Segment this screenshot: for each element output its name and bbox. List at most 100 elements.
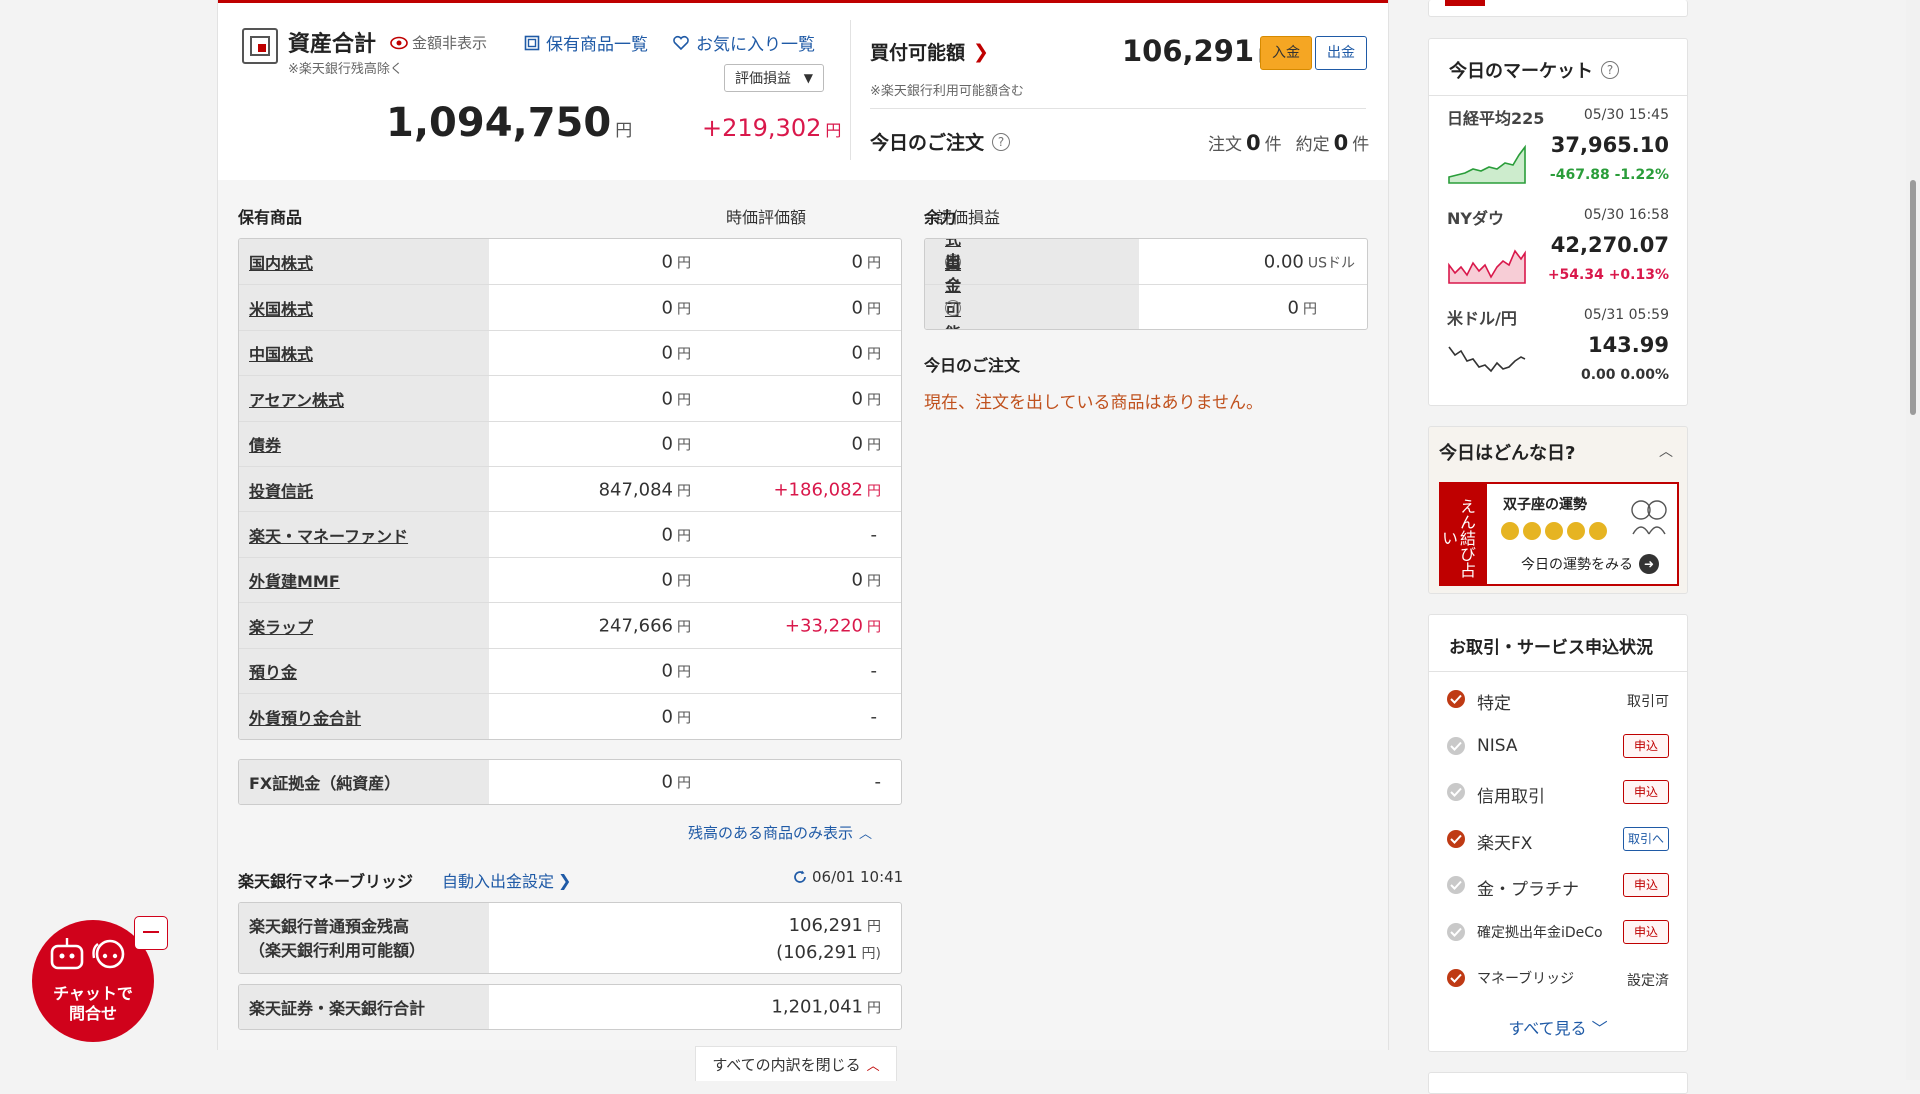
coin-icon bbox=[1501, 522, 1519, 540]
row-label-cell: 投資信託 bbox=[239, 467, 489, 512]
holding-value-unit: 円 bbox=[677, 346, 691, 363]
bridge-total-label: 楽天証券・楽天銀行合計 bbox=[249, 999, 426, 1018]
scrollbar-thumb[interactable] bbox=[1910, 180, 1916, 415]
help-icon[interactable]: ? bbox=[945, 299, 961, 316]
apply-button[interactable]: 申込 bbox=[1623, 733, 1669, 758]
holdings-list-label: 保有商品一覧 bbox=[546, 35, 648, 55]
today-orders-subtitle: 今日のご注文 bbox=[924, 356, 1021, 375]
chat-label-2: 問合せ bbox=[68, 1004, 117, 1023]
chevron-up-icon[interactable]: ︿ bbox=[1659, 441, 1673, 461]
holding-value-number: 247,666 bbox=[598, 615, 673, 637]
buying-power-link[interactable]: 買付可能額 ❯ bbox=[870, 38, 989, 65]
orders-unit: 件 bbox=[1264, 135, 1282, 155]
withdraw-button[interactable]: 出金 bbox=[1315, 36, 1367, 70]
fills-label: 約定 bbox=[1295, 135, 1330, 155]
favorites-link[interactable]: お気に入り一覧 bbox=[672, 30, 815, 55]
apply-button[interactable]: 申込 bbox=[1623, 780, 1669, 804]
check-icon bbox=[1447, 690, 1465, 708]
deposit-button[interactable]: 入金 bbox=[1260, 36, 1312, 70]
holding-gain-unit: 円 bbox=[867, 346, 881, 363]
bridge-balance-number: 106,291 bbox=[788, 915, 863, 936]
table-row: 米国株式買付可能額 ? 0.00USドル bbox=[925, 239, 1367, 329]
show-balance-toggle[interactable]: 残高のある商品のみ表示 ︿ bbox=[688, 822, 872, 843]
holding-value: 0円 bbox=[662, 297, 691, 318]
bridge-title: 楽天銀行マネーブリッジ bbox=[238, 872, 414, 891]
market-name: 米ドル/円 bbox=[1447, 309, 1517, 328]
holding-value-unit: 円 bbox=[677, 483, 691, 499]
bridge-refresh[interactable]: 06/01 10:41 bbox=[792, 868, 903, 886]
holding-name-link[interactable]: 外貨建MMF bbox=[249, 568, 340, 592]
holding-value-unit: 円 bbox=[677, 619, 691, 636]
see-all-link[interactable]: すべて見る ﹀ bbox=[1429, 1015, 1687, 1039]
row-label-cell: 中国株式 bbox=[239, 330, 489, 376]
holding-name-link[interactable]: 楽ラップ bbox=[249, 614, 313, 638]
holding-value: 0円 bbox=[662, 251, 691, 272]
service-name: 楽天FX bbox=[1477, 833, 1533, 854]
total-value: 1,094,750 円 bbox=[386, 100, 632, 146]
holding-gain: - bbox=[871, 524, 882, 545]
total-gain-unit: 円 bbox=[825, 121, 842, 140]
check-icon bbox=[1447, 829, 1465, 848]
holding-name-link[interactable]: 債券 bbox=[249, 432, 281, 456]
market-item[interactable]: 米ドル/円 05/31 05:59 143.99 0.00 0.00% bbox=[1429, 305, 1687, 405]
fills-unit: 件 bbox=[1352, 135, 1370, 155]
holding-gain-number: 0 bbox=[851, 297, 863, 319]
fortune-banner[interactable]: えん結び占い 双子座の運勢 今日の運勢をみる ➜ bbox=[1439, 482, 1679, 586]
auto-transfer-link[interactable]: 自動入出金設定 ❯ bbox=[442, 868, 571, 892]
row-label-cell: 預り金 bbox=[239, 648, 489, 694]
bridge-total-number: 1,201,041 bbox=[771, 996, 863, 1018]
holding-name-link[interactable]: 外貨預り金合計 bbox=[249, 705, 361, 729]
bridge-total-unit: 円 bbox=[867, 1000, 881, 1017]
holding-name-link[interactable]: アセアン株式 bbox=[249, 387, 344, 411]
row-label-cell: 楽天銀行普通預金残高 （楽天銀行利用可能額） bbox=[239, 903, 489, 973]
yoryoku-table: 米国株式買付可能額 ? 0.00USドル 出金可能額 ? 0円 bbox=[924, 238, 1368, 330]
holding-gain: - bbox=[871, 661, 882, 682]
holdings-list-link[interactable]: 保有商品一覧 bbox=[524, 30, 648, 55]
apply-button[interactable]: 申込 bbox=[1623, 919, 1669, 944]
us-buying-number: 0.00 bbox=[1263, 251, 1304, 272]
market-item[interactable]: NYダウ 05/30 16:58 42,270.07 +54.34 +0.13% bbox=[1429, 205, 1687, 305]
page-scrollbar[interactable] bbox=[1906, 0, 1920, 1080]
market-value: 37,965.10 bbox=[1550, 133, 1669, 157]
holding-value-unit: 円 bbox=[677, 664, 691, 681]
table-row: 楽ラップ 247,666 円 +33,220 円 bbox=[239, 602, 901, 649]
check-icon bbox=[1447, 736, 1465, 755]
services-panel: お取引・サービス申込状況 特定 取引可 NISA 申込 信用取引 申込 楽天FX 取引へ 金・プ… bbox=[1428, 614, 1688, 1052]
holding-gain-number: - bbox=[870, 524, 878, 546]
holding-name-link[interactable]: 投資信託 bbox=[249, 478, 313, 502]
bridge-available-number: (106,291 bbox=[776, 942, 858, 963]
holding-name-link[interactable]: 米国株式 bbox=[249, 296, 313, 320]
go-to-trade-button[interactable]: 取引へ bbox=[1623, 826, 1669, 851]
help-icon[interactable]: ? bbox=[992, 132, 1011, 151]
fortune-cta[interactable]: 今日の運勢をみる ➜ bbox=[1521, 554, 1659, 574]
holding-value-number: 0 bbox=[661, 388, 673, 410]
us-buying-value: 0.00 USドル bbox=[1264, 251, 1355, 272]
chat-minimize-button[interactable] bbox=[134, 916, 168, 950]
buying-power-label: 買付可能額 bbox=[870, 42, 966, 64]
gain-type-select[interactable]: 評価損益 ▼ bbox=[724, 64, 824, 92]
check-icon bbox=[1447, 876, 1465, 894]
row-label-cell: アセアン株式 bbox=[239, 376, 489, 422]
sparkline-chart bbox=[1448, 249, 1526, 284]
holding-gain: 0円 bbox=[852, 434, 881, 455]
holding-gain-unit: 円 bbox=[867, 483, 881, 499]
refresh-icon bbox=[794, 870, 806, 883]
market-item[interactable]: 日経平均225 05/30 15:45 37,965.10 -467.88 -1.22… bbox=[1429, 105, 1687, 205]
holding-name-link[interactable]: 預り金 bbox=[249, 659, 297, 683]
help-icon[interactable]: ? bbox=[1601, 61, 1619, 79]
favorites-label: お気に入り一覧 bbox=[696, 35, 815, 55]
row-label-cell: 外貨預り金合計 bbox=[239, 694, 489, 739]
hide-amount-toggle[interactable]: 金額非表示 bbox=[390, 32, 487, 53]
apply-button[interactable]: 申込 bbox=[1623, 873, 1669, 897]
us-buying-unit: USドル bbox=[1307, 255, 1355, 271]
row-label-cell: 債券 bbox=[239, 421, 489, 467]
holding-value-unit: 円 bbox=[677, 573, 691, 590]
check-icon bbox=[1447, 783, 1465, 801]
holding-name-link[interactable]: 中国株式 bbox=[249, 341, 313, 365]
fx-value-number: 0 bbox=[661, 771, 673, 793]
close-all-details-button[interactable]: すべての内訳を閉じる ︿ bbox=[695, 1046, 897, 1081]
holding-value-number: 0 bbox=[661, 706, 673, 727]
holding-value: 247,666 円 bbox=[599, 615, 691, 636]
holding-name-link[interactable]: 国内株式 bbox=[249, 250, 313, 274]
holding-name-link[interactable]: 楽天・マネーファンド bbox=[249, 523, 408, 547]
